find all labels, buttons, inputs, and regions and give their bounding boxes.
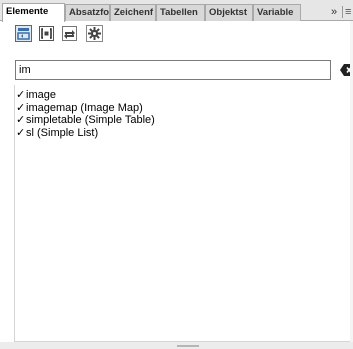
tab-objektstile[interactable]: Objektst xyxy=(205,4,253,21)
wrap-element-icon[interactable] xyxy=(38,25,55,42)
element-filter-input[interactable] xyxy=(15,60,331,80)
element-list: ✓ image ✓ imagemap (Image Map) ✓ simplet… xyxy=(16,89,336,139)
tab-bar: Elemente Absatzfo Zeichenf Tabellen Obje… xyxy=(0,0,353,22)
change-element-icon[interactable] xyxy=(61,25,78,42)
resize-grip[interactable] xyxy=(177,345,199,347)
elements-panel: Elemente Absatzfo Zeichenf Tabellen Obje… xyxy=(0,0,353,349)
list-item[interactable]: ✓ image xyxy=(16,89,336,102)
list-item[interactable]: ✓ imagemap (Image Map) xyxy=(16,102,336,115)
valid-check-icon: ✓ xyxy=(16,126,26,139)
element-label: simpletable (Simple Table) xyxy=(26,114,155,126)
tab-zeichenformate[interactable]: Zeichenf xyxy=(110,4,156,21)
settings-gear-icon[interactable] xyxy=(86,25,103,42)
valid-check-icon: ✓ xyxy=(16,89,26,101)
element-label: image xyxy=(26,89,56,101)
insert-element-icon[interactable] xyxy=(15,25,32,42)
list-item[interactable]: ✓ simpletable (Simple Table) xyxy=(16,114,336,127)
element-label: imagemap (Image Map) xyxy=(26,101,143,114)
valid-check-icon: ✓ xyxy=(16,114,26,126)
valid-check-icon: ✓ xyxy=(16,101,26,114)
tab-tabellen[interactable]: Tabellen xyxy=(156,4,205,21)
tab-elemente[interactable]: Elemente xyxy=(2,3,65,22)
tab-divider xyxy=(342,6,343,18)
panel-menu-icon[interactable]: ≡ xyxy=(345,4,353,20)
tab-variablen[interactable]: Variable xyxy=(253,4,301,21)
element-label: sl (Simple List) xyxy=(26,126,99,139)
list-item[interactable]: ✓ sl (Simple List) xyxy=(16,127,336,140)
tab-absatzformate[interactable]: Absatzfo xyxy=(65,4,110,21)
